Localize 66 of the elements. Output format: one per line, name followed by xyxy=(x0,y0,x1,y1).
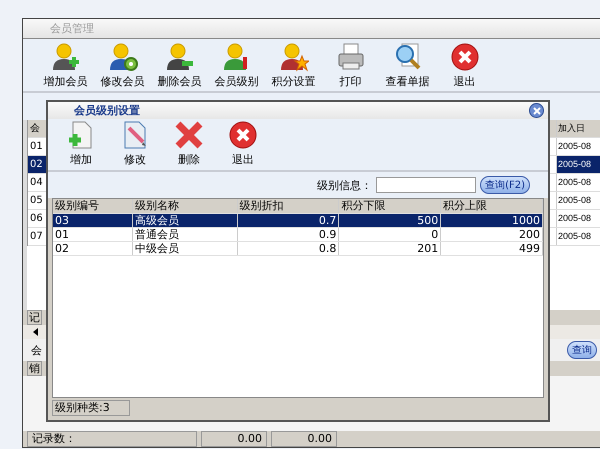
section-label: 会 xyxy=(31,342,42,358)
table-cell: 2005-08 xyxy=(556,138,600,155)
status-value: 0.00 xyxy=(271,431,337,447)
column-header: 加入日 xyxy=(556,120,600,137)
table-cell: 0.8 xyxy=(238,242,340,255)
toolbar-button[interactable]: 会员级别 xyxy=(208,42,265,89)
toolbar-button[interactable]: 积分设置 xyxy=(265,42,322,89)
toolbar-button[interactable]: 增加会员 xyxy=(37,42,94,89)
status-value: 0.00 xyxy=(201,431,267,447)
table-row[interactable]: 03 高级会员 0.7 500 1000 xyxy=(53,214,543,228)
toolbar-button[interactable]: 打印 xyxy=(322,42,379,89)
table-row[interactable]: 01 普通会员 0.9 0 200 xyxy=(53,228,543,242)
table-cell: 2005-08 xyxy=(556,174,600,191)
person-minus-icon xyxy=(164,42,194,72)
toolbar-button[interactable]: 退出 xyxy=(436,42,493,89)
status-label: 级别种类:3 xyxy=(52,400,130,416)
dialog-title: 会员级别设置 xyxy=(74,103,140,118)
table-cell: 普通会员 xyxy=(132,228,238,241)
person-gear-icon xyxy=(108,42,138,72)
close-icon xyxy=(450,42,480,72)
table-cell: 500 xyxy=(339,214,442,227)
window-title: 会员管理 xyxy=(23,19,600,39)
search-field[interactable] xyxy=(376,177,476,193)
person-star-icon xyxy=(278,42,308,72)
table-cell: 03 xyxy=(53,214,133,227)
table-cell: 高级会员 xyxy=(132,214,238,227)
table-cell: 中级会员 xyxy=(132,242,238,255)
table-cell: 201 xyxy=(339,242,442,255)
close-icon xyxy=(530,104,542,116)
table-cell: 2005-08 xyxy=(556,192,600,209)
close-icon xyxy=(228,120,258,150)
status-label: 记录数： xyxy=(27,431,197,447)
column-header: 级别折扣 xyxy=(238,199,340,213)
table-cell: 0.9 xyxy=(238,228,340,241)
table-cell: 200 xyxy=(441,228,544,241)
toolbar-button[interactable]: 退出 xyxy=(216,120,270,167)
close-button[interactable] xyxy=(529,103,544,118)
table-cell: 2005-08 xyxy=(556,210,600,227)
toolbar-button[interactable]: 删除会员 xyxy=(151,42,208,89)
table-cell: 0 xyxy=(339,228,442,241)
column-header: 积分下限 xyxy=(339,199,442,213)
table-cell: 2005-08 xyxy=(556,156,600,173)
column-header: 级别编号 xyxy=(53,199,133,213)
query-button[interactable]: 查询(F2) xyxy=(480,176,530,194)
column-header: 积分上限 xyxy=(441,199,544,213)
table-cell: 01 xyxy=(53,228,133,241)
person-plus-icon xyxy=(50,42,80,72)
toolbar-button[interactable]: 增加 xyxy=(54,120,108,167)
table-cell: 2005-08 xyxy=(556,228,600,245)
toolbar-button[interactable]: 查看单据 xyxy=(379,42,436,89)
table-cell: 0.7 xyxy=(238,214,340,227)
query-button[interactable]: 查询 xyxy=(567,341,597,359)
column-header: 级别名称 xyxy=(132,199,238,213)
toolbar-button[interactable]: 删除 xyxy=(162,120,216,167)
toolbar-button[interactable]: 修改会员 xyxy=(94,42,151,89)
table-cell: 1000 xyxy=(441,214,544,227)
search-label: 级别信息： xyxy=(317,178,372,192)
table-cell: 02 xyxy=(53,242,133,255)
printer-icon xyxy=(336,42,366,72)
cross-icon xyxy=(174,120,204,150)
table-cell[interactable]: 02 xyxy=(28,156,48,173)
column-header: 销 xyxy=(27,361,42,376)
toolbar-button[interactable]: 修改 xyxy=(108,120,162,167)
table-row[interactable]: 02 中级会员 0.8 201 499 xyxy=(53,242,543,256)
tab[interactable]: 记 xyxy=(27,310,42,325)
table-cell: 499 xyxy=(441,242,544,255)
